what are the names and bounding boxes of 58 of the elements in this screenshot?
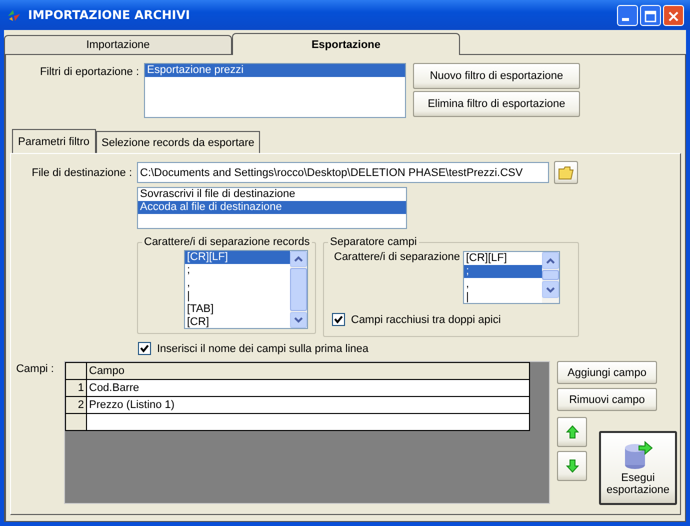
list-item[interactable]: ; xyxy=(185,264,290,277)
tab[interactable]: Parametri filtro xyxy=(12,129,96,153)
write-mode-list[interactable]: Sovrascrivi il file di destinazione Accoda al file di destinazione xyxy=(137,187,407,229)
destination-label: File di destinazione : xyxy=(30,166,132,178)
destination-field[interactable]: C:\Documents and Settings\rocco\Desktop\DELETION PHASE\testPrezzi.CSV xyxy=(137,162,549,183)
list-item[interactable]: | xyxy=(464,291,542,303)
filter-button[interactable]: Elimina filtro di esportazione xyxy=(413,91,580,117)
browse-button[interactable] xyxy=(554,161,578,184)
filter-button[interactable]: Nuovo filtro di esportazione xyxy=(413,63,580,89)
maximize-button[interactable] xyxy=(640,4,661,26)
minimize-icon xyxy=(622,18,629,20)
run-export-button[interactable]: Esegui esportazione xyxy=(599,431,677,505)
row-header xyxy=(66,414,86,430)
list-item[interactable]: [CR] xyxy=(185,316,290,328)
close-button[interactable] xyxy=(663,4,684,26)
column-header[interactable]: Campo xyxy=(86,362,530,380)
window-title: IMPORTAZIONE ARCHIVI xyxy=(28,8,190,22)
field-button[interactable]: Aggiungi campo xyxy=(557,361,657,384)
field-button[interactable]: Rimuovi campo xyxy=(557,388,657,411)
row-number: 2 xyxy=(66,396,86,414)
table-cell[interactable]: Prezzo (Listino 1) xyxy=(86,396,530,414)
fields-label: Campi : xyxy=(15,363,54,377)
up-arrow-icon xyxy=(566,425,578,439)
corner-cell xyxy=(66,362,86,380)
list-item[interactable]: [CR][LF] xyxy=(185,251,290,264)
list-item[interactable]: Sovrascrivi il file di destinazione xyxy=(138,188,406,201)
scrollbar[interactable] xyxy=(542,252,559,303)
move-up-button[interactable] xyxy=(557,417,587,447)
group-title: Separatore campi xyxy=(329,236,418,248)
list-item[interactable]: Accoda al file di destinazione xyxy=(138,201,406,214)
separator-label: Carattere/i di separazione xyxy=(334,251,460,265)
scrollbar[interactable] xyxy=(290,251,307,328)
checkbox-label: Inserisci il nome dei campi sulla prima linea xyxy=(157,342,369,354)
database-icon xyxy=(623,440,653,470)
table-cell[interactable]: Cod.Barre xyxy=(86,380,530,396)
checkbox-label: Campi racchiusi tra doppi apici xyxy=(351,314,501,326)
field-separator-list[interactable]: [CR][LF] ; , | xyxy=(462,251,560,304)
tab[interactable]: Selezione records da esportare xyxy=(96,131,260,153)
tab[interactable]: Importazione xyxy=(4,35,232,54)
minimize-button[interactable] xyxy=(617,4,638,26)
list-item[interactable]: Esportazione prezzi xyxy=(145,64,405,77)
checkbox[interactable] xyxy=(332,313,345,326)
list-item[interactable]: , xyxy=(464,278,542,291)
list-item[interactable]: [CR][LF] xyxy=(464,252,542,265)
list-item[interactable]: , xyxy=(185,277,290,290)
group-title: Carattere/i di separazione records xyxy=(143,236,311,248)
record-separator-list[interactable]: [CR][LF] ; , | [TAB] [CR] xyxy=(184,250,308,329)
down-arrow-icon xyxy=(566,459,578,473)
filters-list[interactable]: Esportazione prezzi xyxy=(144,63,406,118)
filters-label: Filtri di eportazione : xyxy=(38,65,139,80)
tab[interactable]: Esportazione xyxy=(232,33,460,55)
folder-icon xyxy=(558,166,574,180)
move-down-button[interactable] xyxy=(557,451,587,481)
row-number: 1 xyxy=(66,380,86,396)
list-item[interactable]: | xyxy=(185,290,290,303)
list-item[interactable]: ; xyxy=(464,265,542,278)
list-item[interactable]: [TAB] xyxy=(185,303,290,316)
checkbox[interactable] xyxy=(138,342,151,355)
